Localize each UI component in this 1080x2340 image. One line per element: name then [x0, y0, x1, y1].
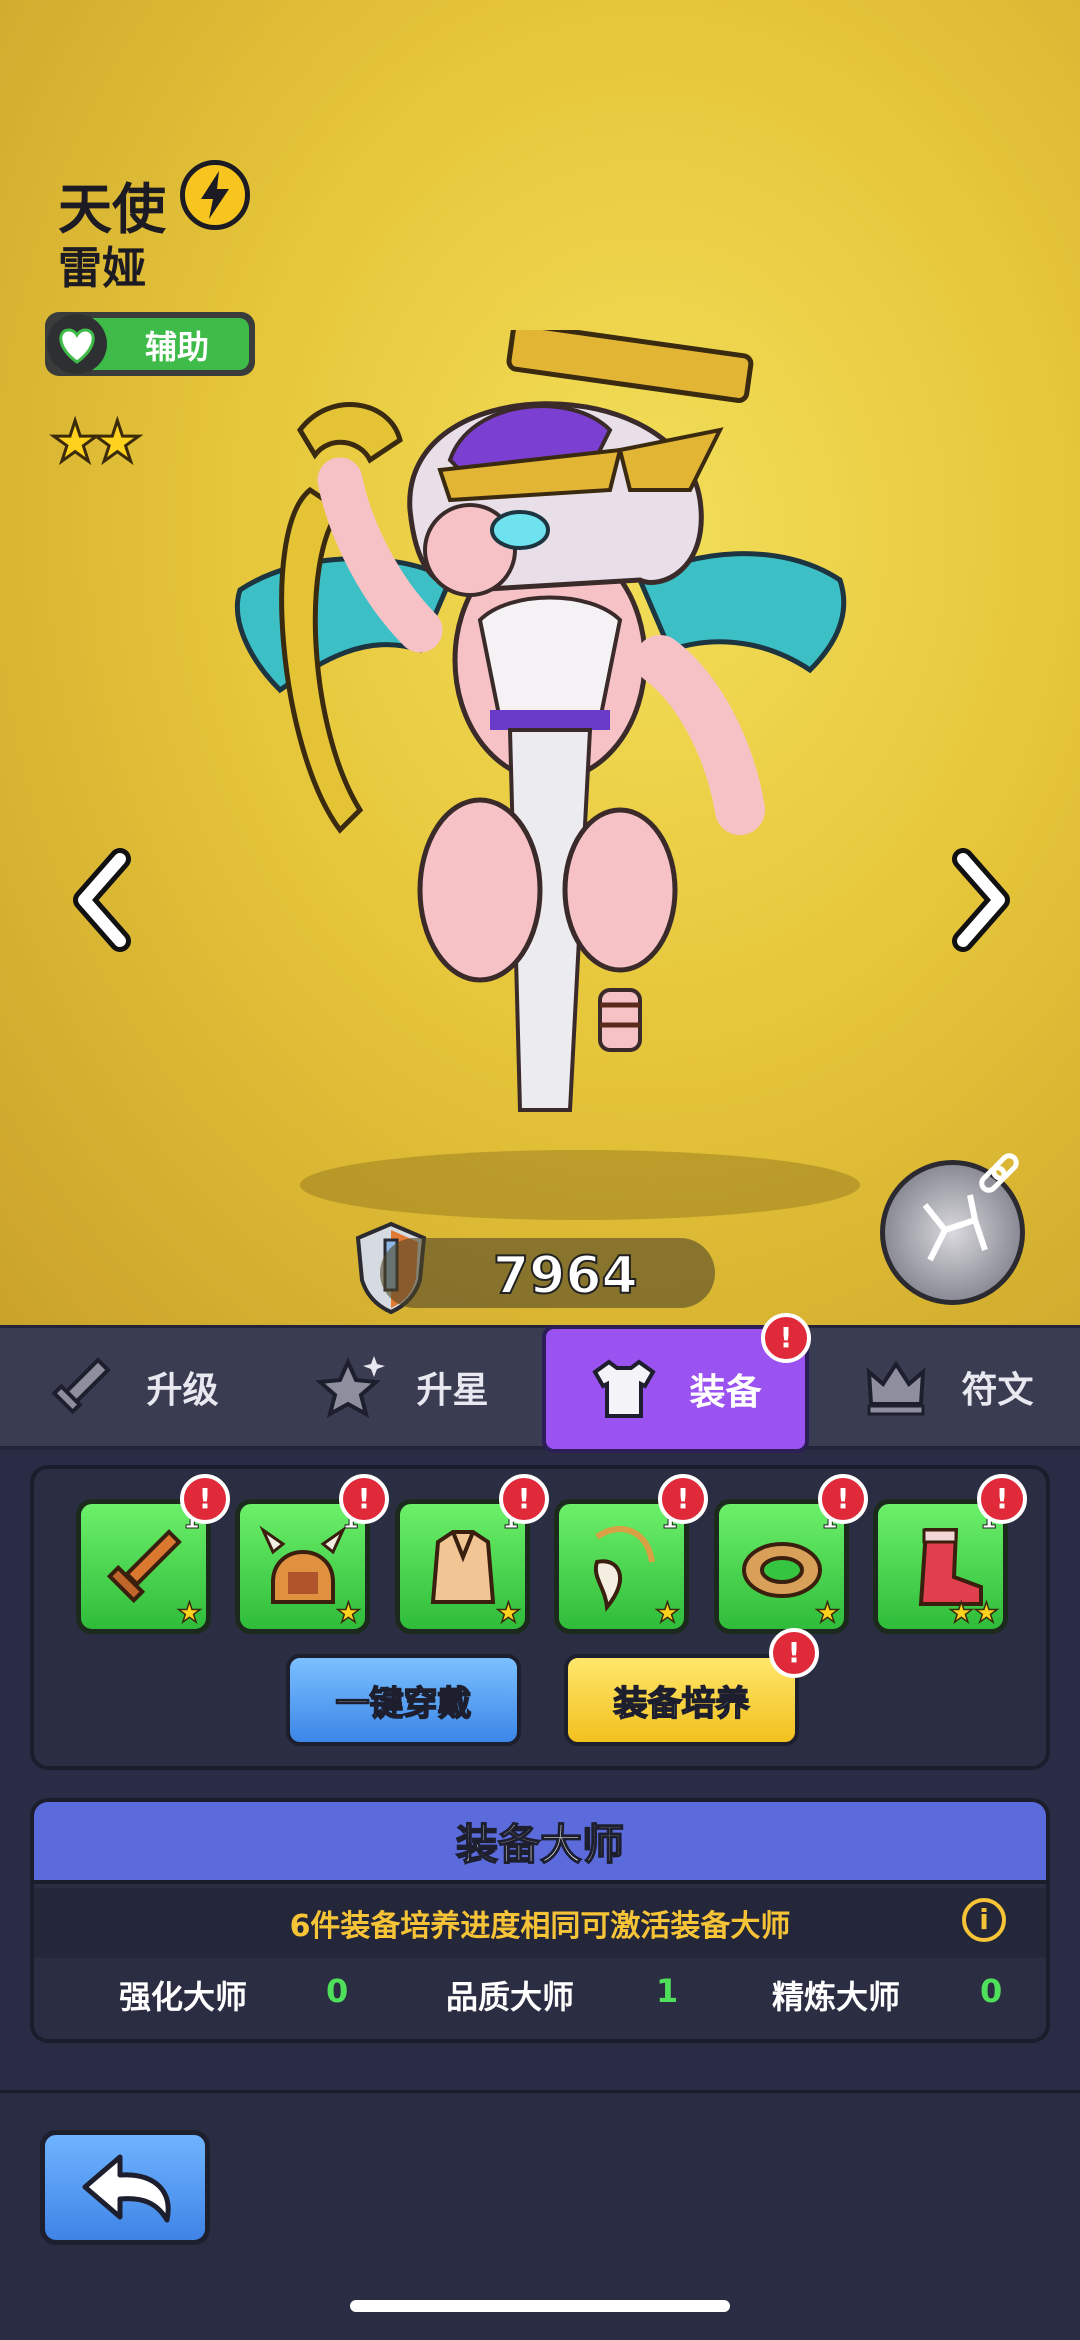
next-hero-arrow-icon[interactable]	[945, 845, 1015, 955]
equipment-upgrade-button[interactable]: 装备培养 !	[564, 1628, 819, 1746]
master-item-label: 精炼大师	[772, 1978, 901, 2016]
chain-link-icon	[979, 1153, 1019, 1193]
lightning-icon	[180, 160, 250, 230]
tab-label: 装备	[689, 1372, 762, 1413]
equip-slot-sword[interactable]: 1 ★ !	[76, 1474, 230, 1634]
master-note: 6件装备培养进度相同可激活装备大师	[34, 1888, 1046, 1958]
equipment-panel: 1 ★ ! 1 ★ ! 1 ★ ! 1 ★ !	[30, 1465, 1050, 1770]
master-item-value: 0	[980, 1972, 1003, 2010]
hero-stars: ★★	[48, 409, 143, 477]
equipment-upgrade-label: 装备培养	[613, 1683, 751, 1725]
alert-badge-icon: !	[818, 1474, 868, 1524]
sword-icon	[51, 1357, 112, 1415]
hero-character	[234, 330, 847, 1112]
slot-stars: ★	[814, 1595, 841, 1630]
helmet-icon	[259, 1525, 347, 1604]
equip-slot-boot[interactable]: 1 ★★ !	[873, 1474, 1027, 1634]
role-label: 辅助	[145, 328, 210, 366]
alert-badge-icon: !	[180, 1474, 230, 1524]
ring-icon	[742, 1542, 822, 1598]
tab-star-up[interactable]: 升星	[270, 1328, 535, 1446]
equipment-master-panel: 装备大师 6件装备培养进度相同可激活装备大师 i 强化大师 0 品质大师 1 精…	[30, 1798, 1050, 2043]
sword-icon	[106, 1529, 182, 1604]
slot-stars: ★	[335, 1595, 362, 1630]
power-display: 7964	[380, 1238, 715, 1308]
alert-badge-icon: !	[339, 1474, 389, 1524]
equip-slot-ring[interactable]: 1 ★ !	[714, 1474, 868, 1634]
alert-badge-icon: !	[658, 1474, 708, 1524]
alert-badge-icon: !	[499, 1474, 549, 1524]
equip-slot-necklace[interactable]: 1 ★ !	[554, 1474, 708, 1634]
fang-necklace-icon	[593, 1526, 655, 1612]
equip-all-button[interactable]: 一键穿戴	[286, 1654, 521, 1746]
tab-equipment[interactable]: 装备 !	[542, 1313, 811, 1453]
alert-badge-icon: !	[769, 1628, 819, 1678]
back-arrow-icon	[82, 2154, 171, 2223]
star-icon: ★	[91, 409, 144, 477]
back-button[interactable]	[40, 2130, 210, 2245]
star-icon	[316, 1356, 386, 1419]
hero-name: 雷娅	[58, 243, 146, 294]
heart-icon	[47, 314, 107, 374]
vest-icon	[430, 1530, 496, 1604]
tab-bar: 升级 升星 装备 ! 符文	[0, 1313, 1080, 1453]
hero-shadow	[300, 1150, 860, 1220]
master-item-value: 0	[326, 1972, 349, 2010]
prev-hero-arrow-icon[interactable]	[68, 845, 138, 955]
tab-rune[interactable]: 符文	[815, 1328, 1080, 1446]
crown-icon	[867, 1360, 926, 1416]
slot-stars: ★	[495, 1595, 522, 1630]
master-item-label: 强化大师	[119, 1978, 248, 2016]
master-item-label: 品质大师	[446, 1978, 575, 2016]
hero-scene: 天使 雷娅 辅助 ★★ 7964	[0, 0, 1080, 1325]
master-title: 装备大师	[34, 1802, 1046, 1884]
alert-badge-icon: !	[977, 1474, 1027, 1524]
slot-stars: ★	[654, 1595, 681, 1630]
alert-badge-icon: !	[761, 1313, 811, 1363]
tab-label: 符文	[961, 1370, 1034, 1411]
slot-stars: ★	[176, 1595, 203, 1630]
slot-stars: ★★	[948, 1595, 1000, 1630]
armor-icon	[592, 1359, 657, 1418]
equip-slot-vest[interactable]: 1 ★ !	[395, 1474, 549, 1634]
info-icon[interactable]: i	[962, 1898, 1006, 1942]
equip-slot-helmet[interactable]: 1 ★ !	[235, 1474, 389, 1634]
tab-label: 升级	[146, 1370, 219, 1411]
tab-label: 升星	[416, 1370, 489, 1411]
home-indicator[interactable]	[350, 2300, 730, 2312]
power-value: 7964	[492, 1245, 639, 1307]
tab-upgrade[interactable]: 升级	[0, 1328, 265, 1446]
master-item-value: 1	[656, 1972, 679, 2010]
